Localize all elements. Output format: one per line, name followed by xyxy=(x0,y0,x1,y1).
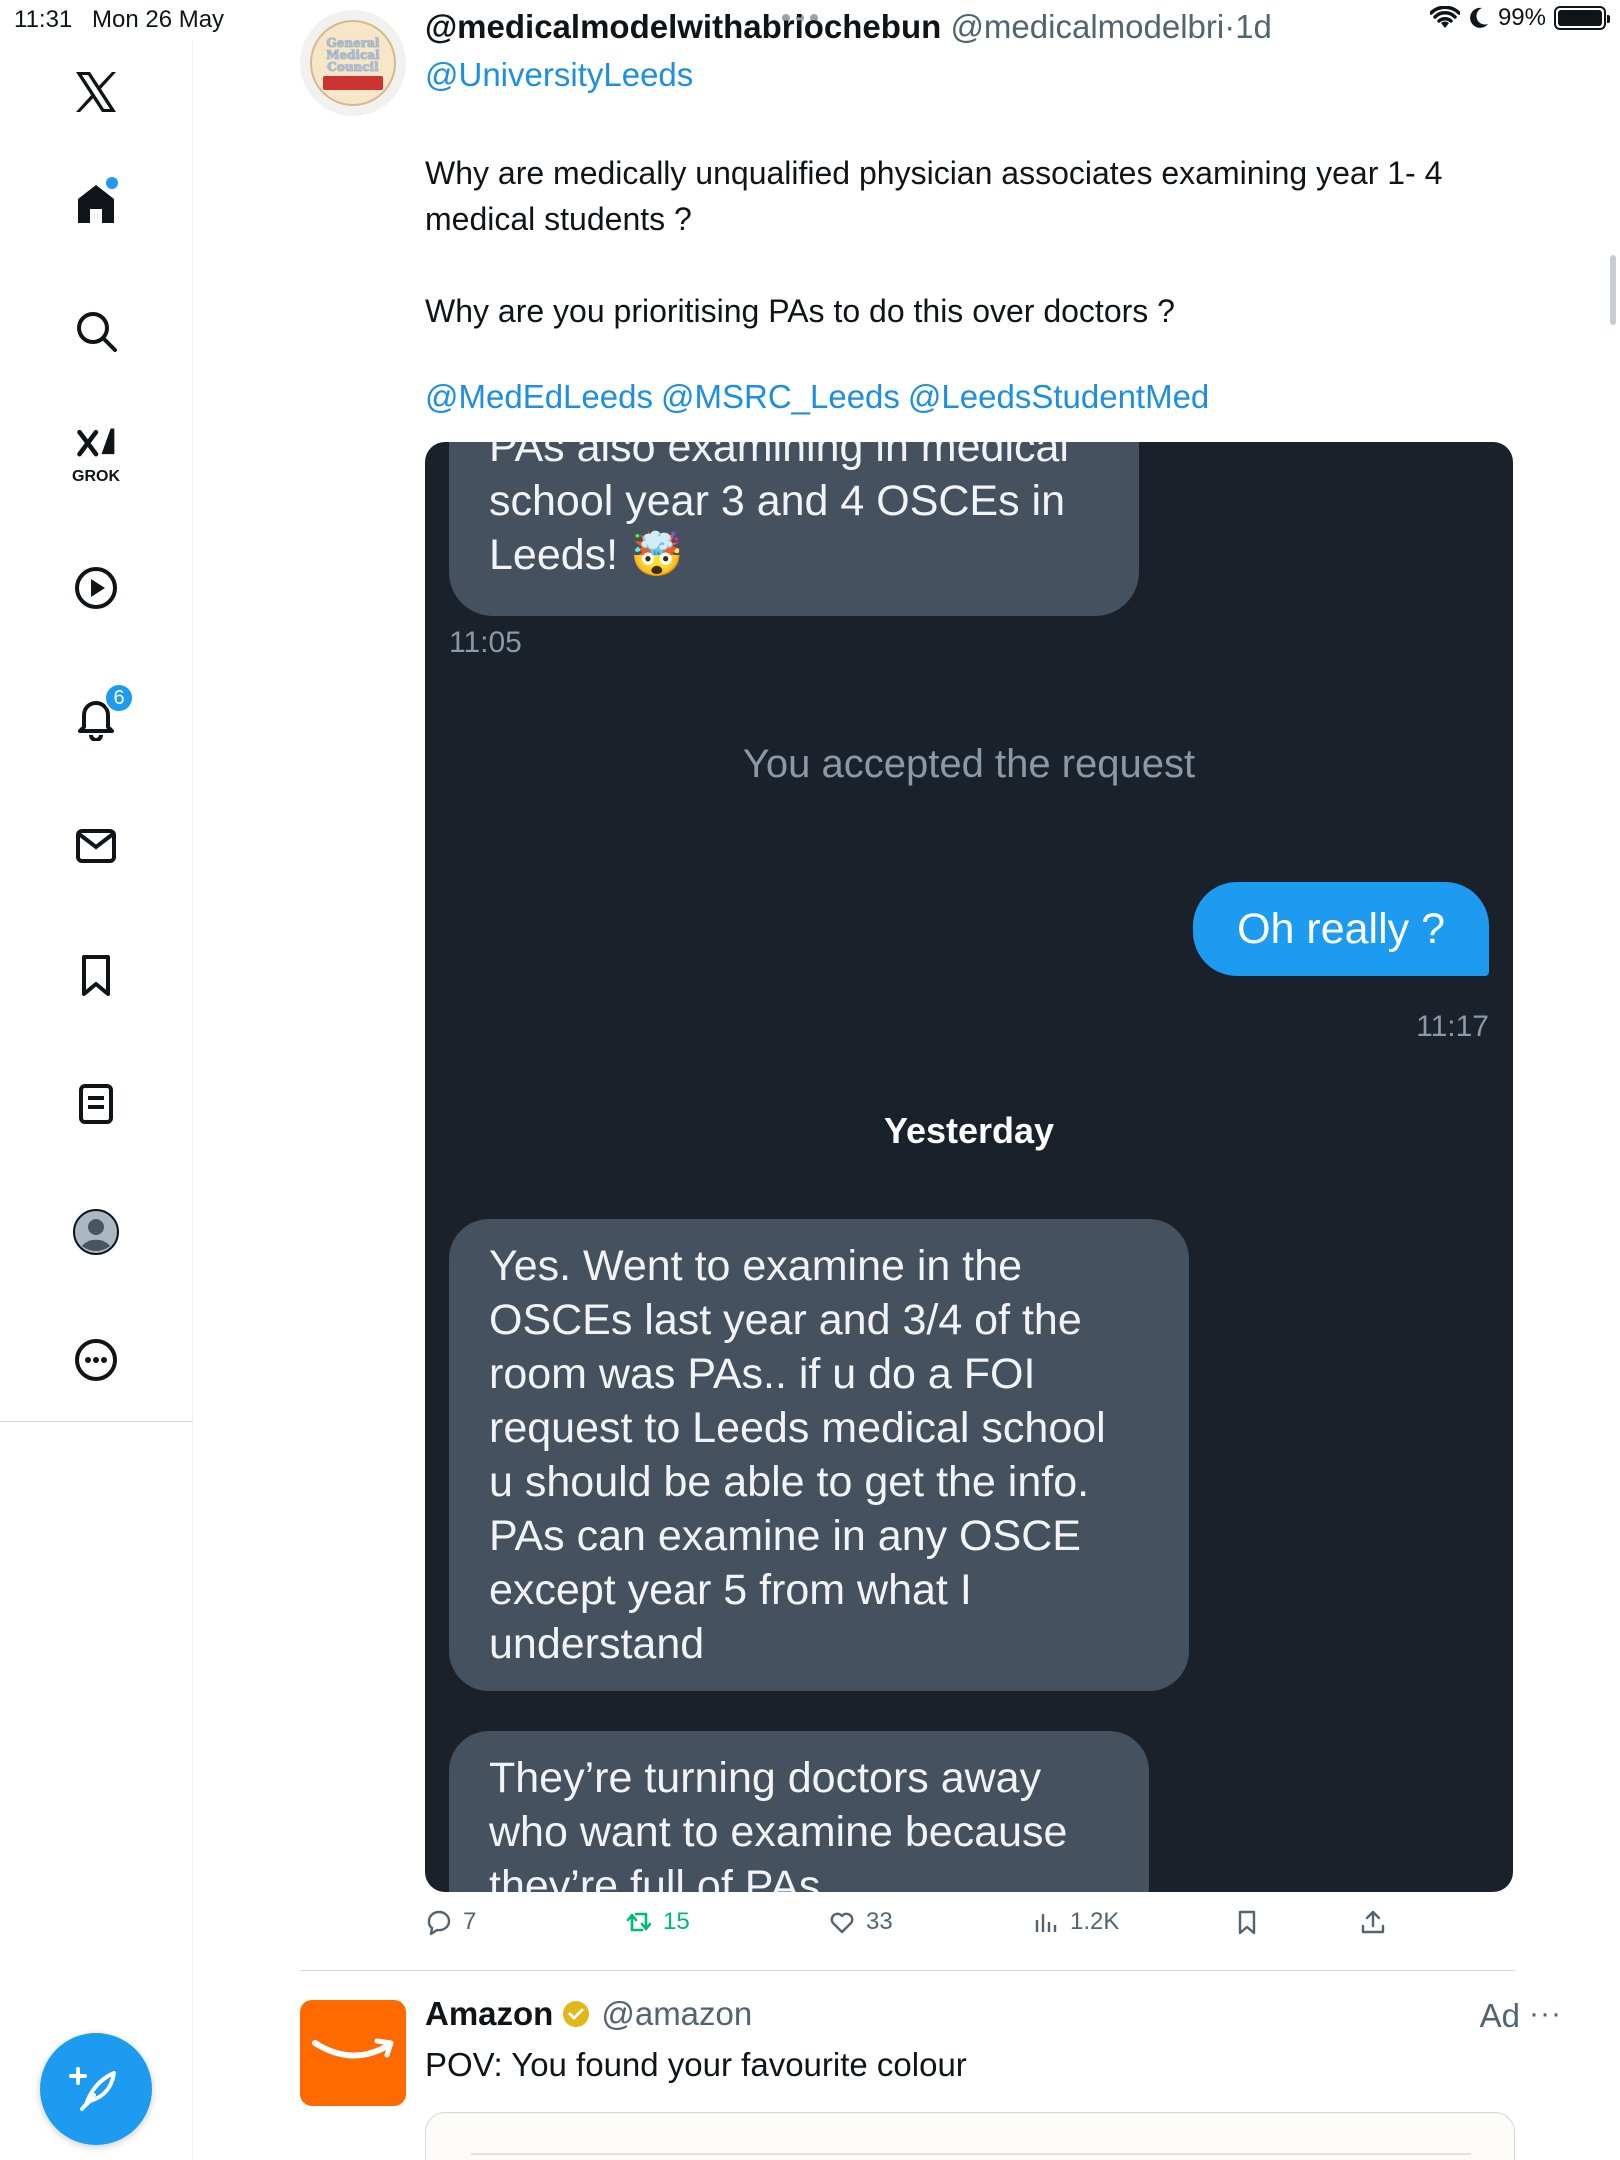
tweet-actions: 7 15 33 1.2K xyxy=(425,1908,1515,1948)
battery-icon xyxy=(1554,6,1610,30)
reply-mention[interactable]: @UniversityLeeds xyxy=(425,56,693,94)
sidebar: GROK 6 xyxy=(0,40,193,2160)
heart-icon xyxy=(830,1912,854,1934)
video-icon xyxy=(75,567,117,609)
tweet-media-image[interactable]: PAs also examining in medical school yea… xyxy=(425,442,1513,1892)
tweet-header: @medicalmodelwithabriochebun @medicalmod… xyxy=(425,8,1272,46)
grok-label: GROK xyxy=(72,468,120,485)
compose-feather-icon xyxy=(69,2067,116,2111)
bookmark-icon xyxy=(1238,1910,1256,1935)
tweet-text: Why are medically unqualified physician … xyxy=(425,150,1535,380)
nav-messages[interactable] xyxy=(64,814,128,878)
tweet-paragraph: Why are you prioritising PAs to do this … xyxy=(425,293,1175,329)
battery-percent: 99% xyxy=(1497,4,1546,31)
nav-bookmarks[interactable] xyxy=(64,943,128,1007)
nav-search[interactable] xyxy=(64,299,128,363)
dm-system-message: You accepted the request xyxy=(742,742,1196,786)
messages-icon xyxy=(76,829,116,863)
more-icon xyxy=(75,1339,117,1381)
sidebar-divider xyxy=(0,1421,193,1422)
share-button[interactable] xyxy=(1359,1908,1387,1936)
like-button[interactable]: 33 xyxy=(828,1908,893,1936)
status-time: 11:31 xyxy=(14,6,73,33)
ad-author[interactable]: Amazon xyxy=(425,1995,553,2033)
nav-grok[interactable]: GROK xyxy=(64,420,128,485)
view-count: 1.2K xyxy=(1070,1908,1120,1935)
x-logo[interactable] xyxy=(64,60,128,124)
retweet-button[interactable]: 15 xyxy=(625,1908,690,1936)
reply-button[interactable]: 7 xyxy=(425,1908,476,1936)
bookmark-button[interactable] xyxy=(1233,1908,1261,1936)
retweet-count: 15 xyxy=(663,1908,690,1935)
mention-link[interactable]: @MedEdLeeds xyxy=(425,378,653,415)
wifi-icon xyxy=(1429,6,1460,28)
mention-link[interactable]: @MSRC_Leeds xyxy=(661,378,900,415)
dm-bubble-sent: Oh really ? xyxy=(1193,882,1489,976)
dm-timestamp: 11:05 xyxy=(449,626,522,659)
dm-bubble-received: They’re turning doctors away who want to… xyxy=(449,1731,1149,1892)
grok-icon xyxy=(77,428,115,457)
nav-more[interactable] xyxy=(64,1328,128,1392)
tweet-handle[interactable]: @medicalmodelbri xyxy=(950,8,1224,45)
notifications-badge: 6 xyxy=(104,683,134,713)
tweet-avatar[interactable]: General Medical Council xyxy=(300,10,406,116)
nav-lists[interactable] xyxy=(64,1072,128,1136)
nav-video[interactable] xyxy=(64,556,128,620)
verified-badge-icon xyxy=(563,2001,590,2027)
nav-profile[interactable] xyxy=(64,1200,128,1264)
lists-icon xyxy=(79,1084,113,1124)
analytics-icon xyxy=(1035,1914,1057,1932)
dm-day-separator: Yesterday xyxy=(883,1110,1055,1151)
status-date: Mon 26 May xyxy=(92,6,225,33)
nav-notifications[interactable]: 6 xyxy=(64,683,134,749)
dm-bubble-received: Yes. Went to examine in the OSCEs last y… xyxy=(449,1219,1189,1691)
nav-home[interactable] xyxy=(64,171,128,235)
views-button[interactable]: 1.2K xyxy=(1032,1908,1119,1936)
dm-timestamp: 11:17 xyxy=(1416,1010,1489,1043)
like-count: 33 xyxy=(866,1908,893,1935)
reply-count: 7 xyxy=(463,1908,477,1935)
search-icon xyxy=(77,312,117,352)
share-icon xyxy=(1361,1910,1385,1934)
status-indicators: 99% xyxy=(1429,4,1610,32)
compose-button[interactable] xyxy=(40,2033,152,2145)
avatar-badge-image: General Medical Council xyxy=(310,20,396,106)
bookmarks-icon xyxy=(82,955,110,996)
more-options-icon[interactable]: ··· xyxy=(1529,1997,1562,2031)
amazon-logo[interactable] xyxy=(300,2000,406,2106)
ad-header: Amazon @amazon xyxy=(425,1995,752,2033)
amazon-smile-icon xyxy=(312,2038,394,2059)
retweet-icon xyxy=(626,1912,652,1932)
ad-media-card[interactable] xyxy=(425,2112,1515,2160)
tweet-author[interactable]: @medicalmodelwithabriochebun xyxy=(425,8,941,45)
mention-link[interactable]: @LeedsStudentMed xyxy=(908,378,1209,415)
scrollbar[interactable] xyxy=(1610,255,1616,325)
moon-icon xyxy=(1470,7,1488,28)
ad-handle[interactable]: @amazon xyxy=(601,1995,752,2033)
home-unread-dot xyxy=(106,177,118,189)
dm-bubble-received: PAs also examining in medical school yea… xyxy=(449,442,1139,616)
reply-icon xyxy=(427,1910,451,1936)
tweet-divider xyxy=(300,1970,1515,1971)
ad-label: Ad xyxy=(1479,1997,1520,2034)
tweet-separator: · xyxy=(1224,8,1236,45)
tweet-mentions: @MedEdLeeds @MSRC_Leeds @LeedsStudentMed xyxy=(425,378,1217,416)
ad-text: POV: You found your favourite colour xyxy=(425,2046,967,2083)
tweet-paragraph: Why are medically unqualified physician … xyxy=(425,155,1443,237)
tweet-time[interactable]: 1d xyxy=(1235,8,1272,45)
profile-icon xyxy=(73,1209,119,1255)
